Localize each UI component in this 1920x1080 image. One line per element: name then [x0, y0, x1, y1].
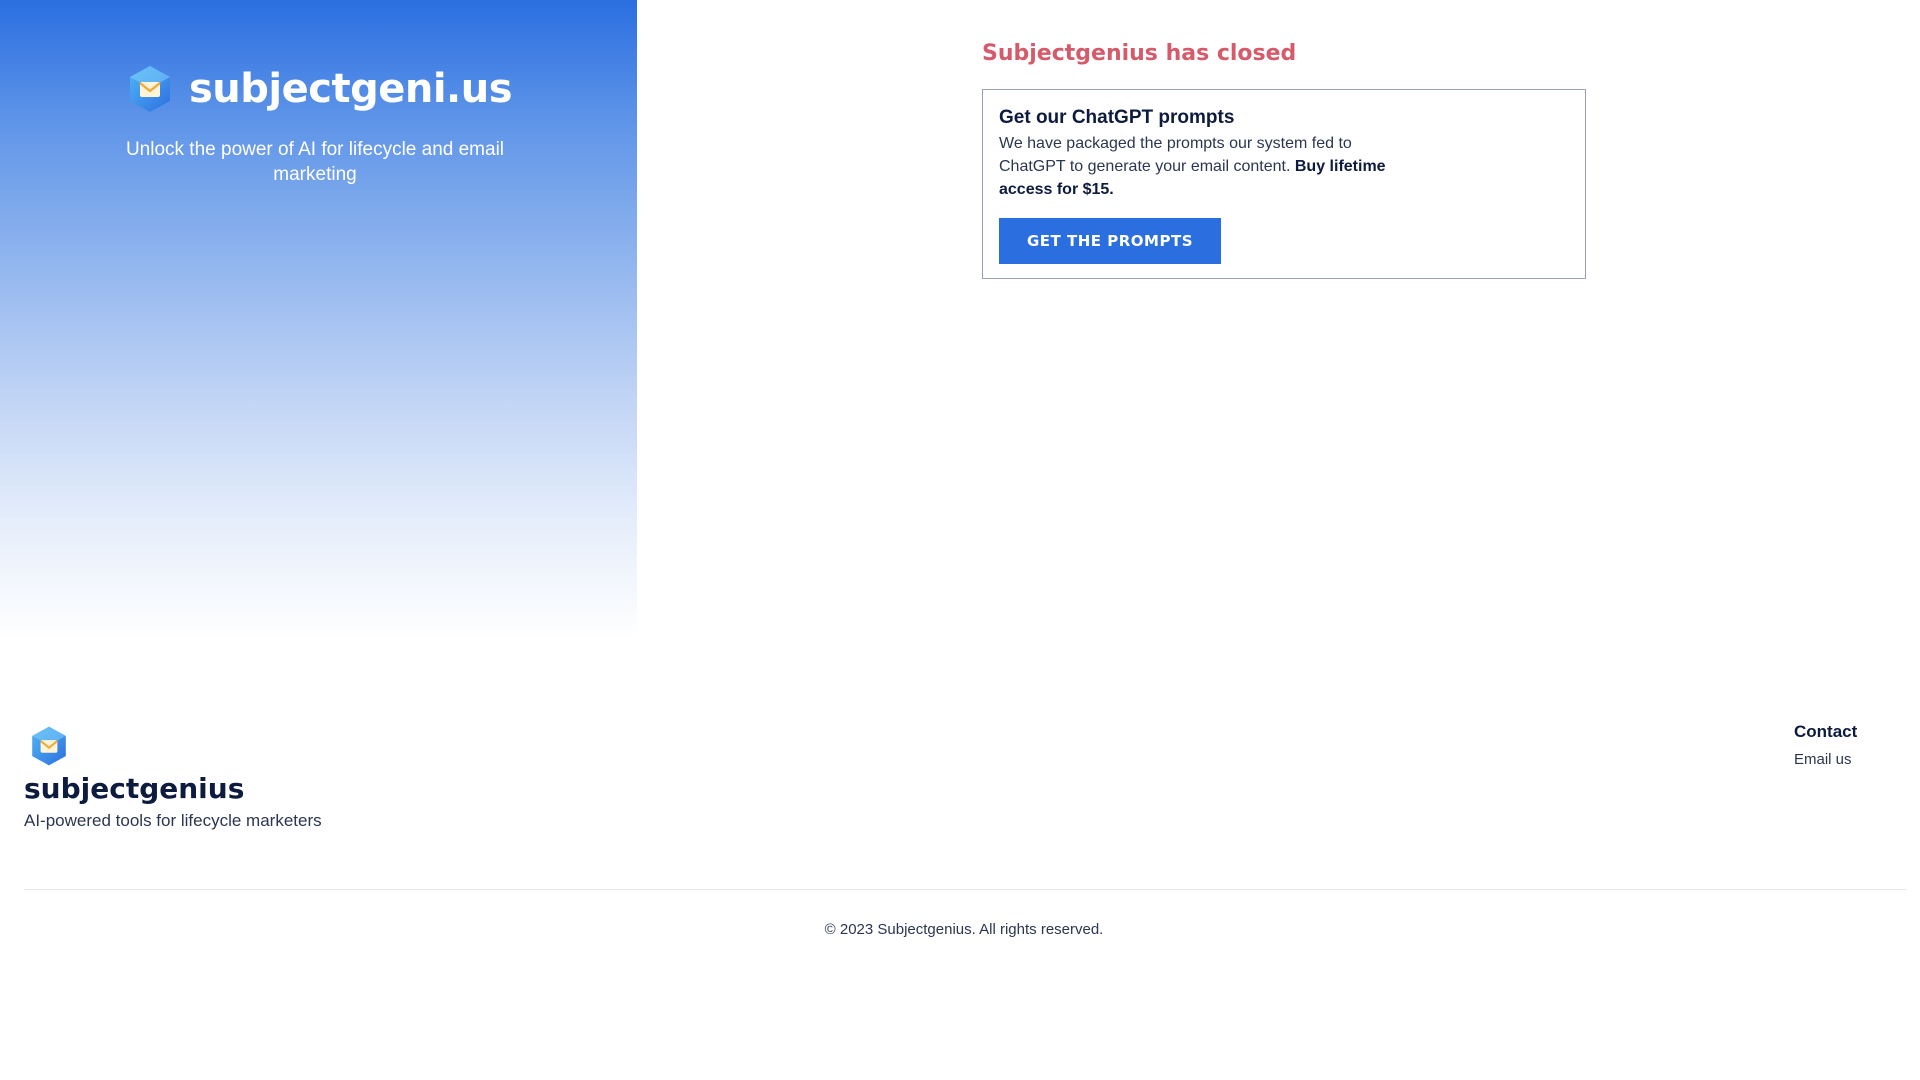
hero-brand-name: subjectgeni.us	[188, 66, 513, 112]
footer-divider	[24, 889, 1906, 890]
copyright: © 2023 Subjectgenius. All rights reserve…	[824, 921, 1104, 938]
card-text: We have packaged the prompts our system …	[999, 132, 1419, 201]
closed-title: Subjectgenius has closed	[982, 41, 1297, 66]
hero-tagline: Unlock the power of AI for lifecycle and…	[125, 139, 505, 185]
footer-brand-name: subjectgenius	[24, 772, 245, 805]
contact-heading: Contact	[1794, 722, 1858, 741]
email-us-link[interactable]: Email us	[1794, 751, 1852, 768]
card-title: Get our ChatGPT prompts	[999, 107, 1235, 128]
envelope-cube-icon[interactable]	[28, 725, 70, 767]
envelope-cube-icon	[129, 66, 170, 112]
hero-brand[interactable]: subjectgeni.us	[0, 64, 637, 114]
hero-panel: subjectgeni.us Unlock the power of AI fo…	[0, 0, 637, 640]
get-prompts-button[interactable]: GET THE PROMPTS	[999, 218, 1221, 264]
footer-tagline: AI-powered tools for lifecycle marketers	[24, 811, 322, 830]
prompts-card: Get our ChatGPT prompts We have packaged…	[982, 89, 1586, 279]
